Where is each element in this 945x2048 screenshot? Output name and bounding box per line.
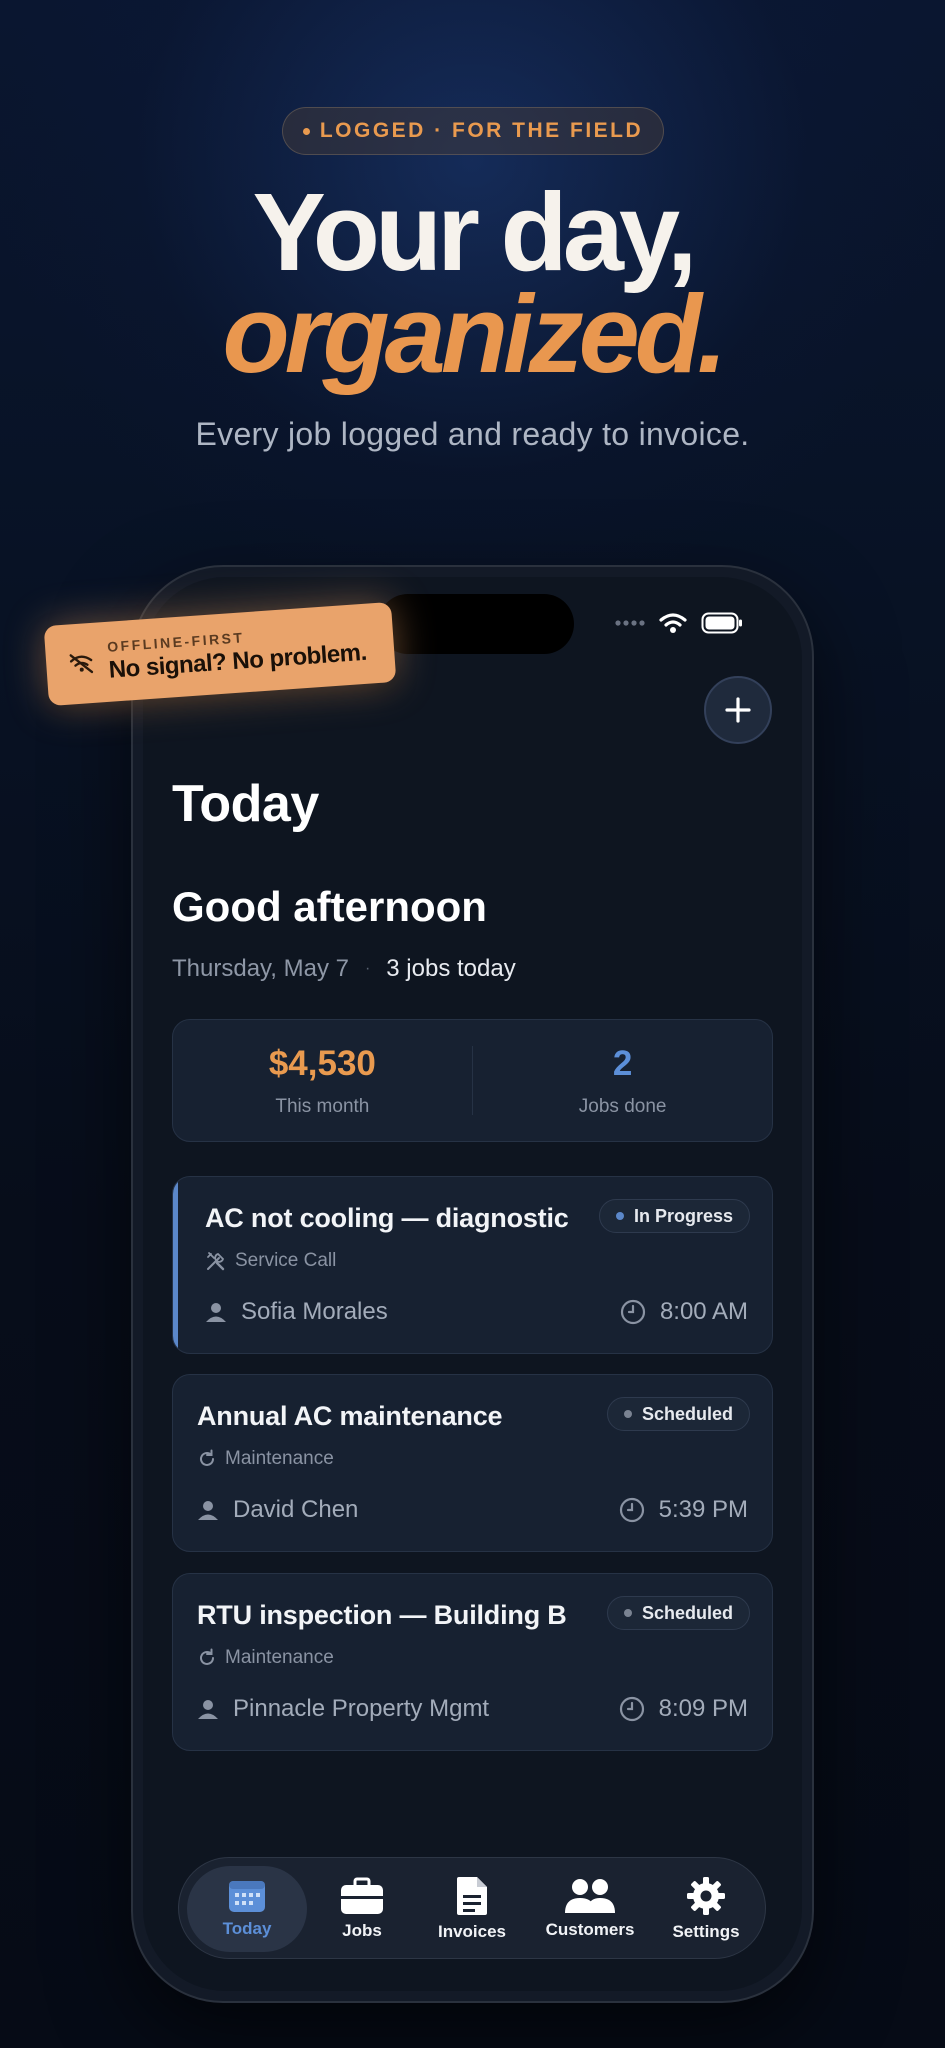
tab-label: Today xyxy=(222,1919,272,1938)
job-title: AC not cooling — diagnostic xyxy=(205,1203,569,1233)
stat-revenue: $4,530 This month xyxy=(173,1020,472,1141)
dynamic-island xyxy=(378,594,574,654)
wifi-icon xyxy=(659,613,687,633)
job-type: Maintenance xyxy=(197,1647,334,1669)
tab-bar: Today Jobs Invoices Customers Settings xyxy=(178,1857,766,1959)
status-dot xyxy=(623,1609,632,1617)
people-icon xyxy=(565,1879,615,1913)
job-type: Service Call xyxy=(205,1250,336,1272)
tab-invoices[interactable]: Invoices xyxy=(417,1858,527,1960)
job-type: Maintenance xyxy=(197,1448,334,1470)
job-customer: Pinnacle Property Mgmt xyxy=(197,1695,489,1723)
status-bar xyxy=(615,612,743,634)
hero-subtitle: Every job logged and ready to invoice. xyxy=(195,416,750,452)
sticker-text: OFFLINE-FIRST No signal? No problem. xyxy=(107,621,368,685)
separator-dot: · xyxy=(364,960,371,977)
person-icon xyxy=(198,1501,218,1520)
job-card[interactable]: AC not cooling — diagnostic In Progress … xyxy=(172,1176,773,1354)
refresh-icon xyxy=(200,1648,214,1665)
stat-jobs-done: 2 Jobs done xyxy=(473,1020,772,1141)
person-icon xyxy=(198,1700,218,1719)
job-card[interactable]: RTU inspection — Building B Scheduled Ma… xyxy=(172,1573,773,1751)
tab-label: Customers xyxy=(545,1920,635,1939)
clock-icon xyxy=(619,1497,644,1523)
plus-icon xyxy=(725,697,751,723)
clock-icon xyxy=(619,1696,644,1722)
person-icon xyxy=(206,1303,226,1322)
customer-name: David Chen xyxy=(233,1496,359,1523)
customer-name: Sofia Morales xyxy=(241,1298,388,1325)
calendar-icon xyxy=(229,1881,265,1912)
tab-settings[interactable]: Settings xyxy=(653,1858,759,1960)
stats-card: $4,530 This month 2 Jobs done xyxy=(172,1019,773,1142)
status-text: Scheduled xyxy=(641,1602,733,1623)
tab-customers[interactable]: Customers xyxy=(527,1858,653,1960)
page-title: Today xyxy=(172,775,319,833)
jobs-count: 3 jobs today xyxy=(386,955,516,982)
tab-label: Jobs xyxy=(342,1921,382,1940)
job-type-text: Service Call xyxy=(235,1250,337,1271)
job-type-text: Maintenance xyxy=(225,1647,334,1668)
hero-title: Your day, xyxy=(252,171,698,294)
status-badge: Scheduled xyxy=(606,1596,750,1630)
greeting: Good afternoon xyxy=(172,883,487,930)
job-title: RTU inspection — Building B xyxy=(197,1600,567,1630)
job-title: Annual AC maintenance xyxy=(197,1401,503,1431)
job-card[interactable]: Annual AC maintenance Scheduled Maintena… xyxy=(172,1374,773,1552)
battery-icon xyxy=(701,612,742,634)
date-line: Thursday, May 7 · 3 jobs today xyxy=(172,955,516,983)
customer-name: Pinnacle Property Mgmt xyxy=(233,1695,490,1722)
time-text: 5:39 PM xyxy=(658,1496,748,1523)
stat-jobs-done-label: Jobs done xyxy=(578,1095,667,1117)
status-badge: In Progress xyxy=(598,1199,750,1233)
tab-today[interactable]: Today xyxy=(187,1866,307,1952)
status-dot xyxy=(615,1212,624,1220)
tag-dot xyxy=(302,127,310,135)
document-icon xyxy=(457,1877,487,1915)
hero-tag: LOGGED · FOR THE FIELD xyxy=(282,107,664,155)
date-text: Thursday, May 7 xyxy=(172,955,349,982)
tab-label: Settings xyxy=(672,1922,740,1941)
job-time: 8:00 AM xyxy=(620,1298,748,1326)
add-job-button[interactable] xyxy=(704,676,772,744)
job-customer: Sofia Morales xyxy=(205,1298,388,1326)
time-text: 8:00 AM xyxy=(659,1298,748,1325)
tools-icon xyxy=(207,1252,225,1271)
wifi-off-icon xyxy=(69,654,94,674)
status-badge: Scheduled xyxy=(606,1397,750,1431)
signal-icon xyxy=(615,620,645,626)
status-dot xyxy=(623,1410,632,1418)
hero-tag-text: LOGGED · FOR THE FIELD xyxy=(319,119,644,142)
status-text: Scheduled xyxy=(641,1403,733,1424)
tab-label: Invoices xyxy=(437,1922,507,1941)
job-time: 8:09 PM xyxy=(619,1695,748,1723)
job-customer: David Chen xyxy=(197,1496,358,1524)
status-text: In Progress xyxy=(633,1205,733,1226)
stat-revenue-label: This month xyxy=(275,1095,370,1117)
stat-revenue-value: $4,530 xyxy=(268,1043,376,1083)
briefcase-icon xyxy=(341,1877,383,1914)
hero-title-accent: organized. xyxy=(222,273,727,396)
job-type-text: Maintenance xyxy=(225,1448,334,1469)
tab-jobs[interactable]: Jobs xyxy=(307,1858,417,1960)
refresh-icon xyxy=(200,1449,214,1466)
stat-jobs-done-value: 2 xyxy=(612,1043,633,1083)
gear-icon xyxy=(687,1877,725,1915)
time-text: 8:09 PM xyxy=(658,1695,748,1722)
job-time: 5:39 PM xyxy=(619,1496,748,1524)
clock-icon xyxy=(620,1299,646,1325)
